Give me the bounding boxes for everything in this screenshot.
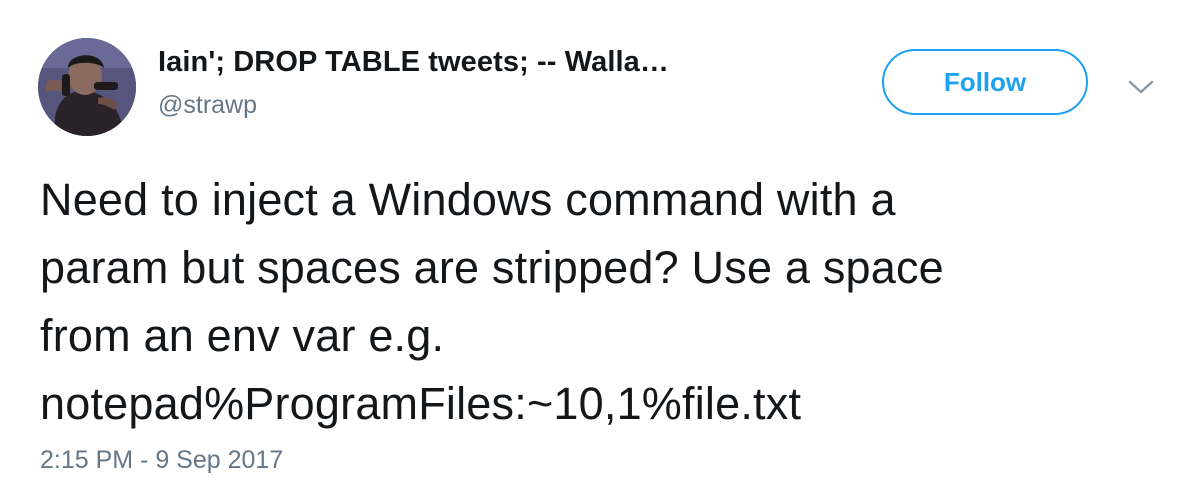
tweet-text-line: param but spaces are stripped? Use a spa… <box>40 242 944 293</box>
tweet-text: Need to inject a Windows command with a … <box>40 166 1180 438</box>
avatar-image <box>38 38 136 136</box>
chevron-down-icon <box>1128 80 1154 94</box>
tweet-text-line: Need to inject a Windows command with a <box>40 174 896 225</box>
tweet-text-line: from an env var e.g. <box>40 310 445 361</box>
more-options-button[interactable] <box>1124 76 1158 98</box>
avatar[interactable] <box>38 38 136 136</box>
follow-button[interactable]: Follow <box>882 49 1088 115</box>
tweet-timestamp[interactable]: 2:15 PM - 9 Sep 2017 <box>40 446 283 475</box>
author-handle[interactable]: @strawp <box>158 91 257 120</box>
author-display-name[interactable]: Iain'; DROP TABLE tweets; -- Walla… <box>158 46 669 79</box>
tweet-text-line: notepad%ProgramFiles:~10,1%file.txt <box>40 378 802 429</box>
tweet-card: Iain'; DROP TABLE tweets; -- Walla… @str… <box>0 0 1202 494</box>
